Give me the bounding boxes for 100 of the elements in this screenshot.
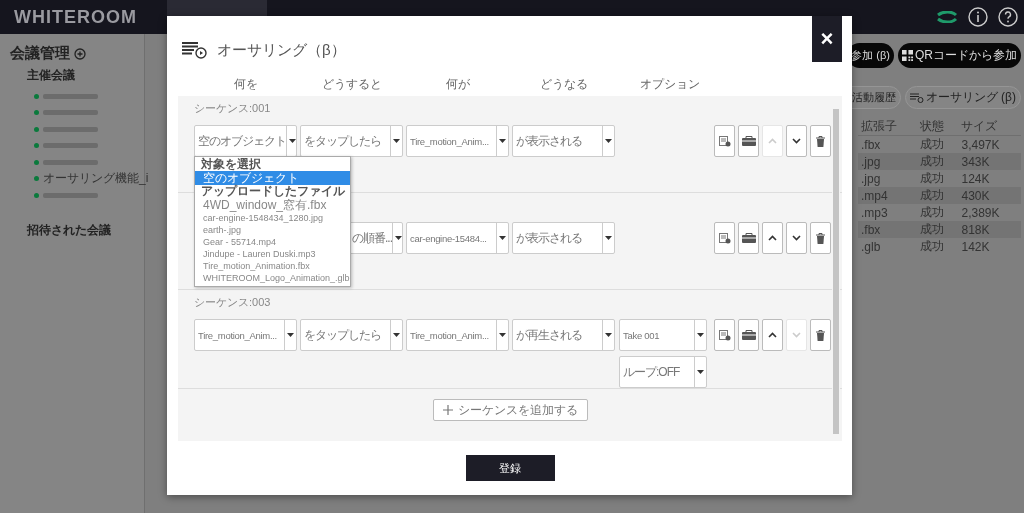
add-note-button[interactable] bbox=[714, 319, 735, 351]
move-up-button[interactable] bbox=[762, 222, 783, 254]
help-icon[interactable] bbox=[998, 7, 1018, 27]
dropdown-select[interactable]: が表示される bbox=[512, 222, 615, 254]
dropdown-select[interactable]: が再生される bbox=[512, 319, 615, 351]
table-cell: 343K bbox=[958, 153, 1021, 170]
join-button[interactable]: QRコードから参加 bbox=[898, 43, 1021, 68]
delete-button[interactable] bbox=[810, 125, 831, 157]
menu-option[interactable]: 4WD_window_窓有.fbx bbox=[195, 198, 350, 212]
dropdown-select[interactable]: Tire_motion_Anim... bbox=[406, 125, 509, 157]
status-dot bbox=[34, 110, 39, 116]
table-cell: .mp4 bbox=[858, 187, 918, 204]
caret-icon bbox=[393, 333, 400, 337]
table-cell: 成功 bbox=[917, 238, 959, 255]
add-sequence-button[interactable]: シーケンスを追加する bbox=[432, 399, 588, 421]
dropdown-select[interactable]: をタップしたら bbox=[300, 319, 403, 351]
menu-option[interactable]: car-engine-1548434_1280.jpg bbox=[195, 212, 350, 224]
caret-icon bbox=[697, 333, 704, 337]
note-add-icon bbox=[718, 329, 731, 341]
blurred-text-bar bbox=[43, 126, 98, 132]
sequence-label: シーケンス:003 bbox=[194, 295, 272, 310]
option-select[interactable]: ループ:OFF bbox=[619, 356, 707, 388]
dropdown-select[interactable]: Tire_motion_Anim... bbox=[406, 319, 509, 351]
qr-code-icon bbox=[902, 50, 913, 61]
table-cell: 成功 bbox=[917, 153, 959, 170]
blurred-text-bar bbox=[43, 159, 98, 165]
caret-icon bbox=[499, 139, 506, 143]
dropdown-select[interactable]: をタップしたら bbox=[300, 125, 403, 157]
column-header: どうなる bbox=[538, 76, 589, 93]
add-note-button[interactable] bbox=[714, 222, 735, 254]
trash-icon bbox=[816, 232, 825, 244]
caret-icon bbox=[605, 139, 612, 143]
status-dot bbox=[34, 126, 39, 132]
caret-icon bbox=[499, 333, 506, 337]
toolbox-button[interactable] bbox=[738, 222, 759, 254]
chevron-down-icon bbox=[792, 235, 801, 241]
app-logo: WHITEROOM bbox=[14, 6, 137, 28]
logo-mark-icon bbox=[936, 11, 958, 23]
menu-option[interactable]: Tire_motion_Animation.fbx bbox=[195, 260, 350, 272]
dropdown-select[interactable]: car-engine-15484... bbox=[406, 222, 509, 254]
move-down-button[interactable] bbox=[786, 222, 807, 254]
plus-icon bbox=[442, 405, 453, 415]
table-cell: .mp3 bbox=[858, 204, 918, 221]
status-dot bbox=[34, 159, 39, 165]
caret-icon bbox=[289, 139, 296, 143]
delete-button[interactable] bbox=[810, 319, 831, 351]
delete-button[interactable] bbox=[810, 222, 831, 254]
move-up-button[interactable] bbox=[762, 319, 783, 351]
status-dot bbox=[34, 143, 39, 149]
caret-icon bbox=[605, 333, 612, 337]
sidebar-title: 会議管理 bbox=[10, 44, 70, 63]
list-play-icon bbox=[909, 92, 924, 103]
toolbox-icon bbox=[741, 233, 756, 243]
list-play-icon bbox=[181, 41, 207, 59]
table-cell: .jpg bbox=[858, 153, 918, 170]
table-cell: 3,497K bbox=[958, 135, 1021, 153]
chevron-up-icon bbox=[768, 235, 777, 241]
dropdown-select[interactable]: が表示される bbox=[512, 125, 615, 157]
chevron-up-icon bbox=[768, 332, 777, 338]
blurred-text-bar bbox=[43, 110, 98, 116]
note-add-icon bbox=[718, 232, 731, 244]
option-select[interactable]: Take 001 bbox=[619, 319, 707, 351]
blurred-text-bar bbox=[43, 192, 98, 198]
add-circle-icon[interactable] bbox=[74, 47, 86, 60]
column-header: オプション bbox=[638, 76, 701, 93]
chevron-down-icon bbox=[792, 138, 801, 144]
column-header: 状態 bbox=[917, 118, 959, 136]
status-dot bbox=[34, 192, 39, 198]
menu-option[interactable]: WHITEROOM_Logo_Animation_.glb bbox=[195, 272, 350, 284]
caret-icon bbox=[393, 139, 400, 143]
register-button[interactable]: 登録 bbox=[465, 455, 555, 481]
note-add-icon bbox=[718, 135, 731, 147]
sidebar-item[interactable]: オーサリング機能_i bbox=[43, 170, 149, 188]
add-note-button[interactable] bbox=[714, 125, 735, 157]
table-cell: .jpg bbox=[858, 170, 918, 187]
toolbox-button[interactable] bbox=[738, 125, 759, 157]
toolbox-icon bbox=[741, 330, 756, 340]
column-header: サイズ bbox=[958, 118, 1021, 136]
toolbox-icon bbox=[741, 136, 756, 146]
dropdown-select[interactable]: Tire_motion_Anim... bbox=[194, 319, 297, 351]
column-header: 拡張子 bbox=[858, 118, 918, 136]
caret-icon bbox=[697, 370, 704, 374]
dropdown-select[interactable]: 空のオブジェクト bbox=[194, 125, 297, 157]
caret-icon bbox=[499, 236, 506, 240]
table-cell: 成功 bbox=[917, 187, 959, 204]
close-button[interactable]: × bbox=[812, 16, 842, 62]
table-cell: 成功 bbox=[917, 170, 959, 187]
blurred-text-bar bbox=[43, 143, 98, 149]
blurred-text-bar bbox=[43, 93, 98, 99]
move-down-button[interactable] bbox=[786, 125, 807, 157]
table-cell: 124K bbox=[958, 170, 1021, 187]
caret-icon bbox=[605, 236, 612, 240]
toolbar-button[interactable]: オーサリング (β) bbox=[904, 86, 1021, 109]
info-icon[interactable] bbox=[968, 7, 988, 27]
chevron-down-icon bbox=[792, 332, 801, 338]
menu-option[interactable]: 空のオブジェクト bbox=[195, 171, 350, 185]
toolbox-button[interactable] bbox=[738, 319, 759, 351]
table-cell: .fbx bbox=[858, 221, 918, 238]
sequence-label: シーケンス:001 bbox=[194, 101, 272, 116]
sidebar-section-title: 招待された会議 bbox=[27, 221, 112, 239]
